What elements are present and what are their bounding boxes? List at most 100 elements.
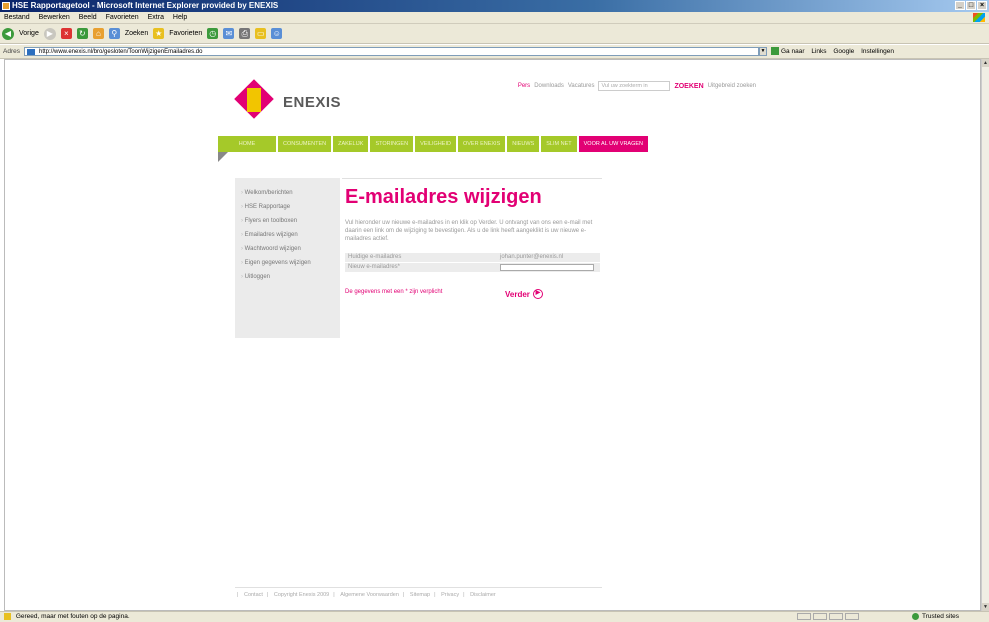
favorites-button-label[interactable]: Favorieten xyxy=(169,30,202,37)
sidebar: Welkom/berichten HSE Rapportage Flyers e… xyxy=(235,178,340,338)
address-right-tools: Ga naar Links Google Instellingen xyxy=(771,45,899,58)
ie-icon xyxy=(2,2,10,10)
link-vacatures[interactable]: Vacatures xyxy=(568,83,595,89)
sidebar-item-wachtwoord[interactable]: Wachtwoord wijzigen xyxy=(235,242,340,256)
nav-consumenten[interactable]: CONSUMENTEN xyxy=(278,136,332,152)
favorites-star-icon[interactable]: ★ xyxy=(153,28,165,39)
menu-extra[interactable]: Extra xyxy=(148,14,164,21)
settings-button[interactable]: Instellingen xyxy=(861,48,894,55)
address-input[interactable]: http://www.enexis.nl/bro/gesloten/ToonWi… xyxy=(24,47,759,56)
main-content: E-mailadres wijzigen Vul hieronder uw ni… xyxy=(345,186,600,299)
status-cells xyxy=(797,613,859,620)
nav-voor-al-uw-vragen[interactable]: VOOR AL UW VRAGEN xyxy=(578,136,649,152)
link-pers[interactable]: Pers xyxy=(518,83,530,89)
nav-veiligheid[interactable]: VEILIGHEID xyxy=(415,136,456,152)
window-controls: _ □ × xyxy=(955,1,987,10)
back-arrow-icon[interactable]: ◀ xyxy=(2,27,14,40)
back-button-label[interactable]: Vorige xyxy=(19,30,39,37)
address-dropdown-icon[interactable]: ▼ xyxy=(759,47,767,56)
nav-corner-decoration xyxy=(218,152,228,162)
sidebar-item-flyers[interactable]: Flyers en toolboxen xyxy=(235,214,340,228)
menu-bestand[interactable]: Bestand xyxy=(4,14,30,21)
close-button[interactable]: × xyxy=(977,1,987,10)
page-title: E-mailadres wijzigen xyxy=(345,186,542,208)
address-bar: Adres http://www.enexis.nl/bro/gesloten/… xyxy=(0,45,989,59)
site-search-input[interactable]: Vul uw zoekterm in xyxy=(598,81,671,91)
menu-help[interactable]: Help xyxy=(173,14,187,21)
new-email-row: Nieuw e-mailadres* xyxy=(345,263,600,272)
footer-contact[interactable]: Contact xyxy=(244,592,263,598)
address-url: http://www.enexis.nl/bro/gesloten/ToonWi… xyxy=(39,49,203,55)
sidebar-item-eigen-gegevens[interactable]: Eigen gegevens wijzigen xyxy=(235,256,340,270)
footer-voorwaarden[interactable]: Algemene Voorwaarden xyxy=(340,592,399,598)
windows-logo-icon xyxy=(973,13,985,22)
go-arrow-icon xyxy=(771,47,779,56)
minimize-button[interactable]: _ xyxy=(955,1,965,10)
current-email-value: johan.punter@enexis.nl xyxy=(500,254,564,260)
messenger-icon[interactable]: ☺ xyxy=(271,28,283,39)
links-button[interactable]: Links xyxy=(811,48,826,55)
zone-label: Trusted sites xyxy=(922,613,959,620)
sidebar-item-uitloggen[interactable]: Uitloggen xyxy=(235,270,340,284)
nav-over-enexis[interactable]: OVER ENEXIS xyxy=(457,136,506,152)
site-search-button[interactable]: ZOEKEN xyxy=(674,83,703,90)
footer-privacy[interactable]: Privacy xyxy=(441,592,459,598)
nav-zakelijk[interactable]: ZAKELIJK xyxy=(333,136,369,152)
search-icon[interactable]: ⚲ xyxy=(108,28,120,39)
scroll-down-icon[interactable]: ▼ xyxy=(982,603,989,611)
main-nav: HOME CONSUMENTEN ZAKELIJK STORINGEN VEIL… xyxy=(218,136,757,152)
footer-disclaimer[interactable]: Disclaimer xyxy=(470,592,496,598)
top-links: Pers Downloads Vacatures Vul uw zoekterm… xyxy=(518,81,756,91)
email-form: Huidige e-mailadres johan.punter@enexis.… xyxy=(345,253,600,272)
refresh-icon[interactable]: ↻ xyxy=(76,28,88,39)
logo-e-icon xyxy=(247,88,261,112)
intro-text: Vul hieronder uw nieuwe e-mailadres in e… xyxy=(345,220,593,242)
print-icon[interactable]: ⎙ xyxy=(239,28,251,39)
vertical-scrollbar[interactable]: ▲ ▼ xyxy=(981,59,989,611)
enexis-logo[interactable]: ENEXIS xyxy=(234,79,355,120)
history-icon[interactable]: ◷ xyxy=(207,28,219,39)
trusted-sites-icon xyxy=(912,612,920,620)
window-title-bar: HSE Rapportagetool - Microsoft Internet … xyxy=(0,0,989,12)
footer-sitemap[interactable]: Sitemap xyxy=(410,592,430,598)
sidebar-item-welkom[interactable]: Welkom/berichten xyxy=(235,186,340,200)
nav-home[interactable]: HOME xyxy=(218,136,276,152)
scroll-up-icon[interactable]: ▲ xyxy=(982,59,989,67)
menu-bewerken[interactable]: Bewerken xyxy=(39,14,70,21)
menu-bar: Bestand Bewerken Beeld Favorieten Extra … xyxy=(0,12,989,24)
verder-button[interactable]: Verder ▶ xyxy=(505,289,543,299)
window-title: HSE Rapportagetool - Microsoft Internet … xyxy=(12,1,279,10)
go-button[interactable]: Ga naar xyxy=(771,47,805,56)
stop-icon[interactable]: × xyxy=(60,28,72,39)
verder-label: Verder xyxy=(505,289,530,299)
current-email-row: Huidige e-mailadres johan.punter@enexis.… xyxy=(345,253,600,262)
google-toolbar[interactable]: Google xyxy=(833,48,854,55)
link-advanced-search[interactable]: Uitgebreid zoeken xyxy=(708,83,756,89)
status-text: Gereed, maar met fouten op de pagina. xyxy=(15,613,130,620)
content-divider xyxy=(342,178,602,179)
search-button-label[interactable]: Zoeken xyxy=(125,30,148,37)
arrow-right-icon: ▶ xyxy=(532,289,543,299)
logo-text: ENEXIS xyxy=(283,94,342,111)
new-email-input[interactable] xyxy=(500,264,594,271)
link-downloads[interactable]: Downloads xyxy=(534,83,564,89)
nav-storingen[interactable]: STORINGEN xyxy=(370,136,414,152)
current-email-label: Huidige e-mailadres xyxy=(348,254,402,260)
warning-icon[interactable] xyxy=(4,613,11,620)
new-email-label: Nieuw e-mailadres* xyxy=(348,264,401,270)
required-note: De gegevens met een * zijn verplicht xyxy=(345,289,443,295)
enexis-page: ENEXIS Pers Downloads Vacatures Vul uw z… xyxy=(218,59,780,611)
maximize-button[interactable]: □ xyxy=(966,1,976,10)
address-label: Adres xyxy=(3,48,20,55)
sidebar-item-hse-rapportage[interactable]: HSE Rapportage xyxy=(235,200,340,214)
home-icon[interactable]: ⌂ xyxy=(92,28,104,39)
mail-icon[interactable]: ✉ xyxy=(223,28,235,39)
folder-icon[interactable]: ▭ xyxy=(255,28,267,39)
footer: | Contact | Copyright Enexis 2009 | Algeme… xyxy=(235,587,602,598)
forward-arrow-icon[interactable]: ▶ xyxy=(43,27,56,40)
nav-nieuws[interactable]: NIEUWS xyxy=(507,136,540,152)
menu-favorieten[interactable]: Favorieten xyxy=(106,14,139,21)
nav-slim-net[interactable]: SLIM NET xyxy=(541,136,577,152)
menu-beeld[interactable]: Beeld xyxy=(79,14,97,21)
sidebar-item-emailadres[interactable]: Emailadres wijzigen xyxy=(235,228,340,242)
